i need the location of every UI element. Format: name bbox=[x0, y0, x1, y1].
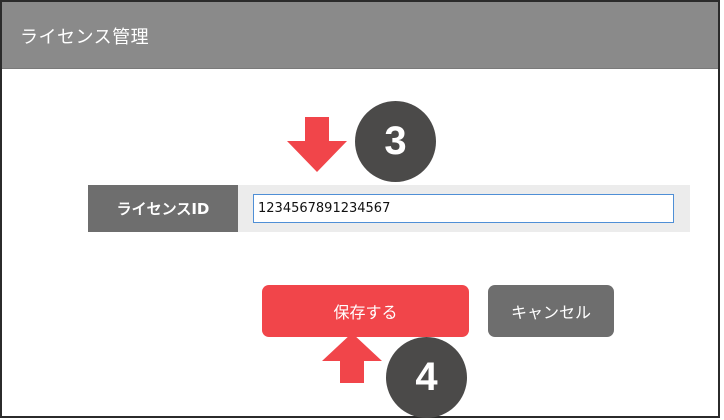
license-id-label: ライセンスID bbox=[88, 185, 238, 232]
arrow-down-icon bbox=[287, 117, 347, 172]
license-id-input[interactable] bbox=[253, 194, 674, 223]
arrow-up-icon bbox=[322, 333, 382, 383]
step-4-badge: 4 bbox=[386, 337, 467, 418]
license-id-row: ライセンスID bbox=[88, 185, 690, 232]
dialog-title: ライセンス管理 bbox=[20, 27, 150, 48]
save-button[interactable]: 保存する bbox=[262, 285, 469, 337]
dialog-titlebar: ライセンス管理 bbox=[2, 2, 718, 69]
step-3-badge: 3 bbox=[355, 101, 436, 182]
cancel-button[interactable]: キャンセル bbox=[488, 285, 614, 337]
